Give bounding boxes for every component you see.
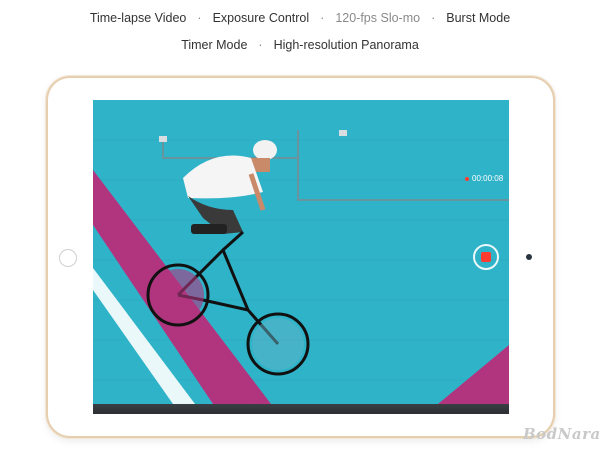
feature-panorama: High-resolution Panorama (273, 38, 419, 52)
features-row-1: Time-lapse Video · Exposure Control · 120-fp… (0, 10, 600, 26)
feature-timer-mode: Timer Mode (181, 38, 248, 52)
separator: · (320, 11, 325, 25)
recording-timer: 00:00:08 (465, 174, 503, 183)
features-row-2: Timer Mode · High-resolution Panorama (0, 37, 600, 53)
record-stop-icon (481, 252, 491, 262)
feature-slo-mo: 120-fps Slo-mo (335, 11, 421, 25)
separator: · (258, 38, 263, 52)
separator: · (197, 11, 202, 25)
separator: · (431, 11, 436, 25)
scene-illustration (93, 100, 509, 414)
front-camera-icon (526, 254, 532, 260)
home-button-icon (59, 249, 77, 267)
feature-burst-mode: Burst Mode (446, 11, 511, 25)
camera-viewfinder: 00:00:08 (93, 100, 509, 414)
screen-bottom-bar (93, 404, 509, 414)
record-stop-button[interactable] (473, 244, 499, 270)
feature-time-lapse: Time-lapse Video (89, 11, 187, 25)
timer-text: 00:00:08 (472, 174, 504, 183)
recording-indicator-icon (465, 176, 469, 181)
feature-exposure-control: Exposure Control (212, 11, 310, 25)
watermark-text: BodNara (523, 425, 600, 443)
